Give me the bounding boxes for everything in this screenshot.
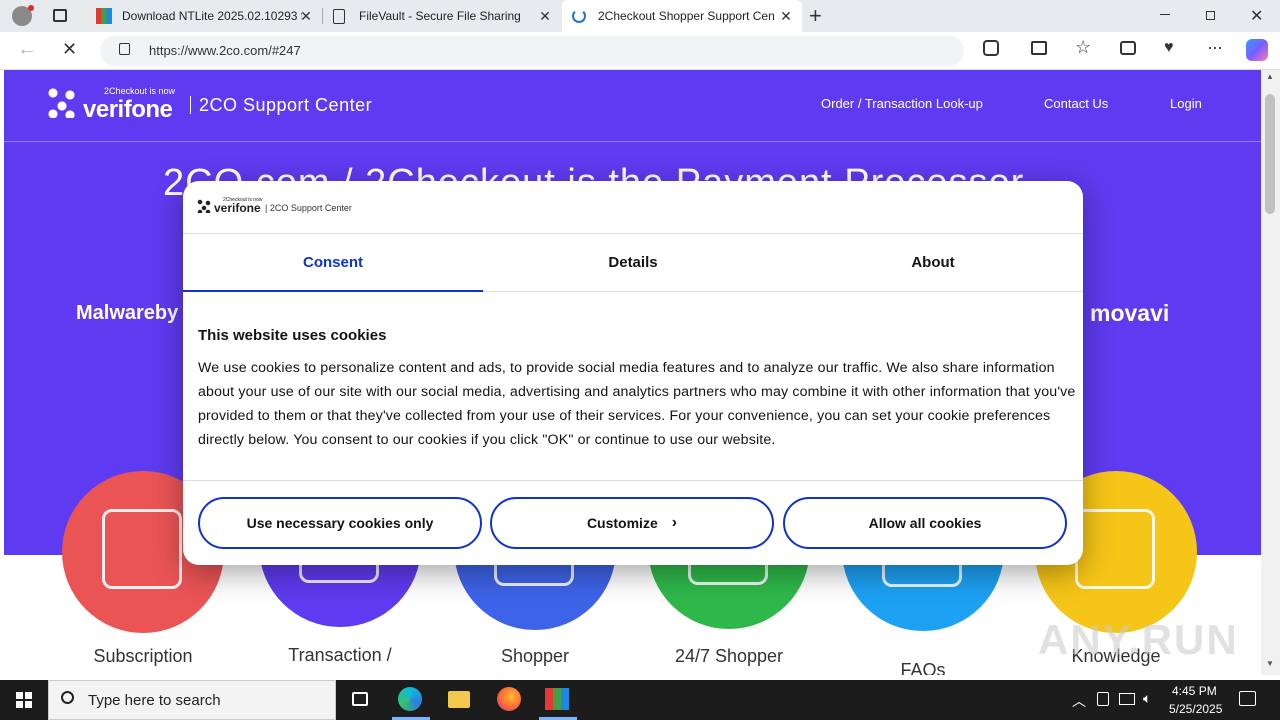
category-label[interactable]: Transaction / bbox=[240, 645, 440, 666]
nav-divider bbox=[4, 141, 1261, 142]
search-icon bbox=[61, 691, 74, 704]
page-favicon-icon bbox=[333, 8, 345, 24]
address-bar[interactable]: https://www.2co.com/#247 bbox=[100, 36, 964, 66]
consent-heading: This website uses cookies bbox=[198, 327, 387, 344]
button-label: Allow all cookies bbox=[868, 515, 982, 531]
dialog-logo-suffix: | 2CO Support Center bbox=[265, 203, 352, 213]
device-icon[interactable] bbox=[1097, 692, 1109, 706]
back-icon[interactable]: ← bbox=[17, 38, 37, 61]
scroll-thumb[interactable] bbox=[1265, 94, 1275, 214]
browser-essentials-icon[interactable]: ♥ bbox=[1164, 39, 1174, 57]
windows-start-icon[interactable] bbox=[16, 692, 32, 708]
nav-order-lookup[interactable]: Order / Transaction Look-up bbox=[821, 96, 983, 111]
restore-button[interactable] bbox=[1206, 11, 1215, 20]
split-screen-icon[interactable] bbox=[1031, 41, 1047, 55]
tab-title: 2Checkout Shopper Support Cen bbox=[598, 9, 775, 23]
collections-icon[interactable] bbox=[1120, 41, 1136, 55]
volume-icon[interactable]: 🔈︎ bbox=[1143, 690, 1151, 707]
clock-date[interactable]: 5/25/2025 bbox=[1169, 702, 1222, 716]
firefox-icon[interactable] bbox=[497, 687, 521, 711]
cookie-consent-dialog: 2Checkout is now verifone | 2CO Support … bbox=[183, 181, 1083, 565]
logo-tagline: 2Checkout is now bbox=[104, 86, 176, 96]
notification-dot bbox=[28, 5, 34, 11]
allow-all-cookies-button[interactable]: Allow all cookies bbox=[783, 497, 1067, 549]
active-tab-indicator bbox=[183, 290, 483, 292]
button-label: Customize bbox=[586, 515, 658, 531]
page-scrollbar[interactable]: ▲ ▼ bbox=[1261, 70, 1280, 675]
search-placeholder[interactable]: Type here to search bbox=[88, 692, 221, 709]
extensions-icon[interactable] bbox=[983, 40, 999, 56]
dialog-logo-wordmark: verifone bbox=[214, 201, 261, 215]
tab-about[interactable]: About bbox=[783, 234, 1083, 292]
dialog-logo: 2Checkout is now verifone | 2CO Support … bbox=[197, 197, 367, 217]
task-view-icon[interactable] bbox=[352, 692, 368, 706]
buttons-divider bbox=[183, 480, 1083, 481]
url-text[interactable]: https://www.2co.com/#247 bbox=[149, 43, 301, 58]
verifone-logo[interactable]: 2Checkout is now verifone bbox=[48, 84, 188, 124]
brand-logo-movavi: movavi bbox=[1076, 300, 1169, 327]
favorites-icon[interactable]: ☆ bbox=[1075, 37, 1091, 58]
clock-time[interactable]: 4:45 PM bbox=[1172, 684, 1217, 698]
tab-title: FileVault - Secure File Sharing bbox=[359, 9, 521, 23]
logo-dots-icon bbox=[197, 199, 211, 213]
taskbar-search-box[interactable]: Type here to search bbox=[48, 680, 336, 720]
tab-title: Download NTLite 2025.02.10293 f bbox=[122, 9, 302, 23]
chevron-right-icon: › bbox=[671, 514, 678, 531]
network-icon[interactable] bbox=[1119, 693, 1135, 705]
movavi-text: movavi bbox=[1090, 300, 1170, 326]
category-illustration-icon bbox=[1075, 509, 1155, 589]
scroll-down-icon[interactable]: ▼ bbox=[1266, 659, 1274, 668]
stop-loading-icon[interactable]: ✕ bbox=[62, 39, 77, 60]
logo-divider bbox=[190, 96, 191, 114]
category-label[interactable]: Shopper bbox=[435, 646, 635, 667]
tab-2checkout[interactable]: 2Checkout Shopper Support Cen ✕ bbox=[562, 0, 802, 32]
close-window-button[interactable]: ✕ bbox=[1250, 6, 1263, 26]
category-illustration-icon bbox=[102, 509, 182, 589]
category-label[interactable]: Subscription bbox=[43, 646, 243, 667]
edge-taskbar-icon[interactable] bbox=[398, 687, 422, 711]
category-label[interactable]: FAQs bbox=[823, 660, 1023, 675]
tab-ntlite[interactable]: Download NTLite 2025.02.10293 f ✕ bbox=[86, 0, 322, 32]
notifications-icon[interactable] bbox=[1239, 691, 1256, 706]
logo-wordmark: verifone bbox=[83, 96, 173, 123]
close-tab-icon[interactable]: ✕ bbox=[298, 8, 314, 24]
browser-tab-bar: Download NTLite 2025.02.10293 f ✕ FileVa… bbox=[0, 0, 1280, 32]
ntlite-favicon bbox=[96, 8, 112, 24]
tab-details[interactable]: Details bbox=[483, 234, 783, 292]
tab-filevault[interactable]: FileVault - Secure File Sharing ✕ bbox=[323, 0, 561, 32]
use-necessary-cookies-button[interactable]: Use necessary cookies only bbox=[198, 497, 482, 549]
copilot-icon[interactable] bbox=[1246, 39, 1268, 61]
nav-contact-us[interactable]: Contact Us bbox=[1044, 96, 1108, 111]
new-tab-button[interactable]: + bbox=[809, 3, 822, 29]
logo-dots-icon bbox=[48, 88, 78, 118]
minimize-button[interactable] bbox=[1160, 14, 1170, 15]
lock-icon[interactable] bbox=[119, 43, 130, 55]
more-menu-icon[interactable]: ··· bbox=[1207, 37, 1223, 58]
close-tab-icon[interactable]: ✕ bbox=[537, 8, 553, 24]
support-center-title: 2CO Support Center bbox=[199, 95, 373, 115]
scroll-up-icon[interactable]: ▲ bbox=[1266, 72, 1274, 81]
ntlite-taskbar-icon[interactable] bbox=[545, 688, 569, 710]
loading-favicon-icon bbox=[572, 9, 586, 23]
tab-actions-icon[interactable] bbox=[53, 9, 67, 22]
consent-body: We use cookies to personalize content an… bbox=[198, 360, 1076, 448]
anyrun-watermark: ANY.RUN bbox=[1038, 616, 1239, 663]
brand-logo-malwarebytes: Malwareby bbox=[76, 302, 179, 324]
button-label: Use necessary cookies only bbox=[246, 515, 434, 531]
nav-login[interactable]: Login bbox=[1170, 96, 1202, 111]
close-tab-icon[interactable]: ✕ bbox=[778, 8, 794, 24]
show-hidden-icons-icon[interactable]: ︿ bbox=[1072, 691, 1086, 711]
category-label[interactable]: 24/7 Shopper bbox=[629, 646, 829, 667]
customize-button[interactable]: Customize › bbox=[490, 497, 774, 549]
tab-consent[interactable]: Consent bbox=[183, 234, 483, 292]
file-explorer-icon[interactable] bbox=[448, 691, 470, 708]
